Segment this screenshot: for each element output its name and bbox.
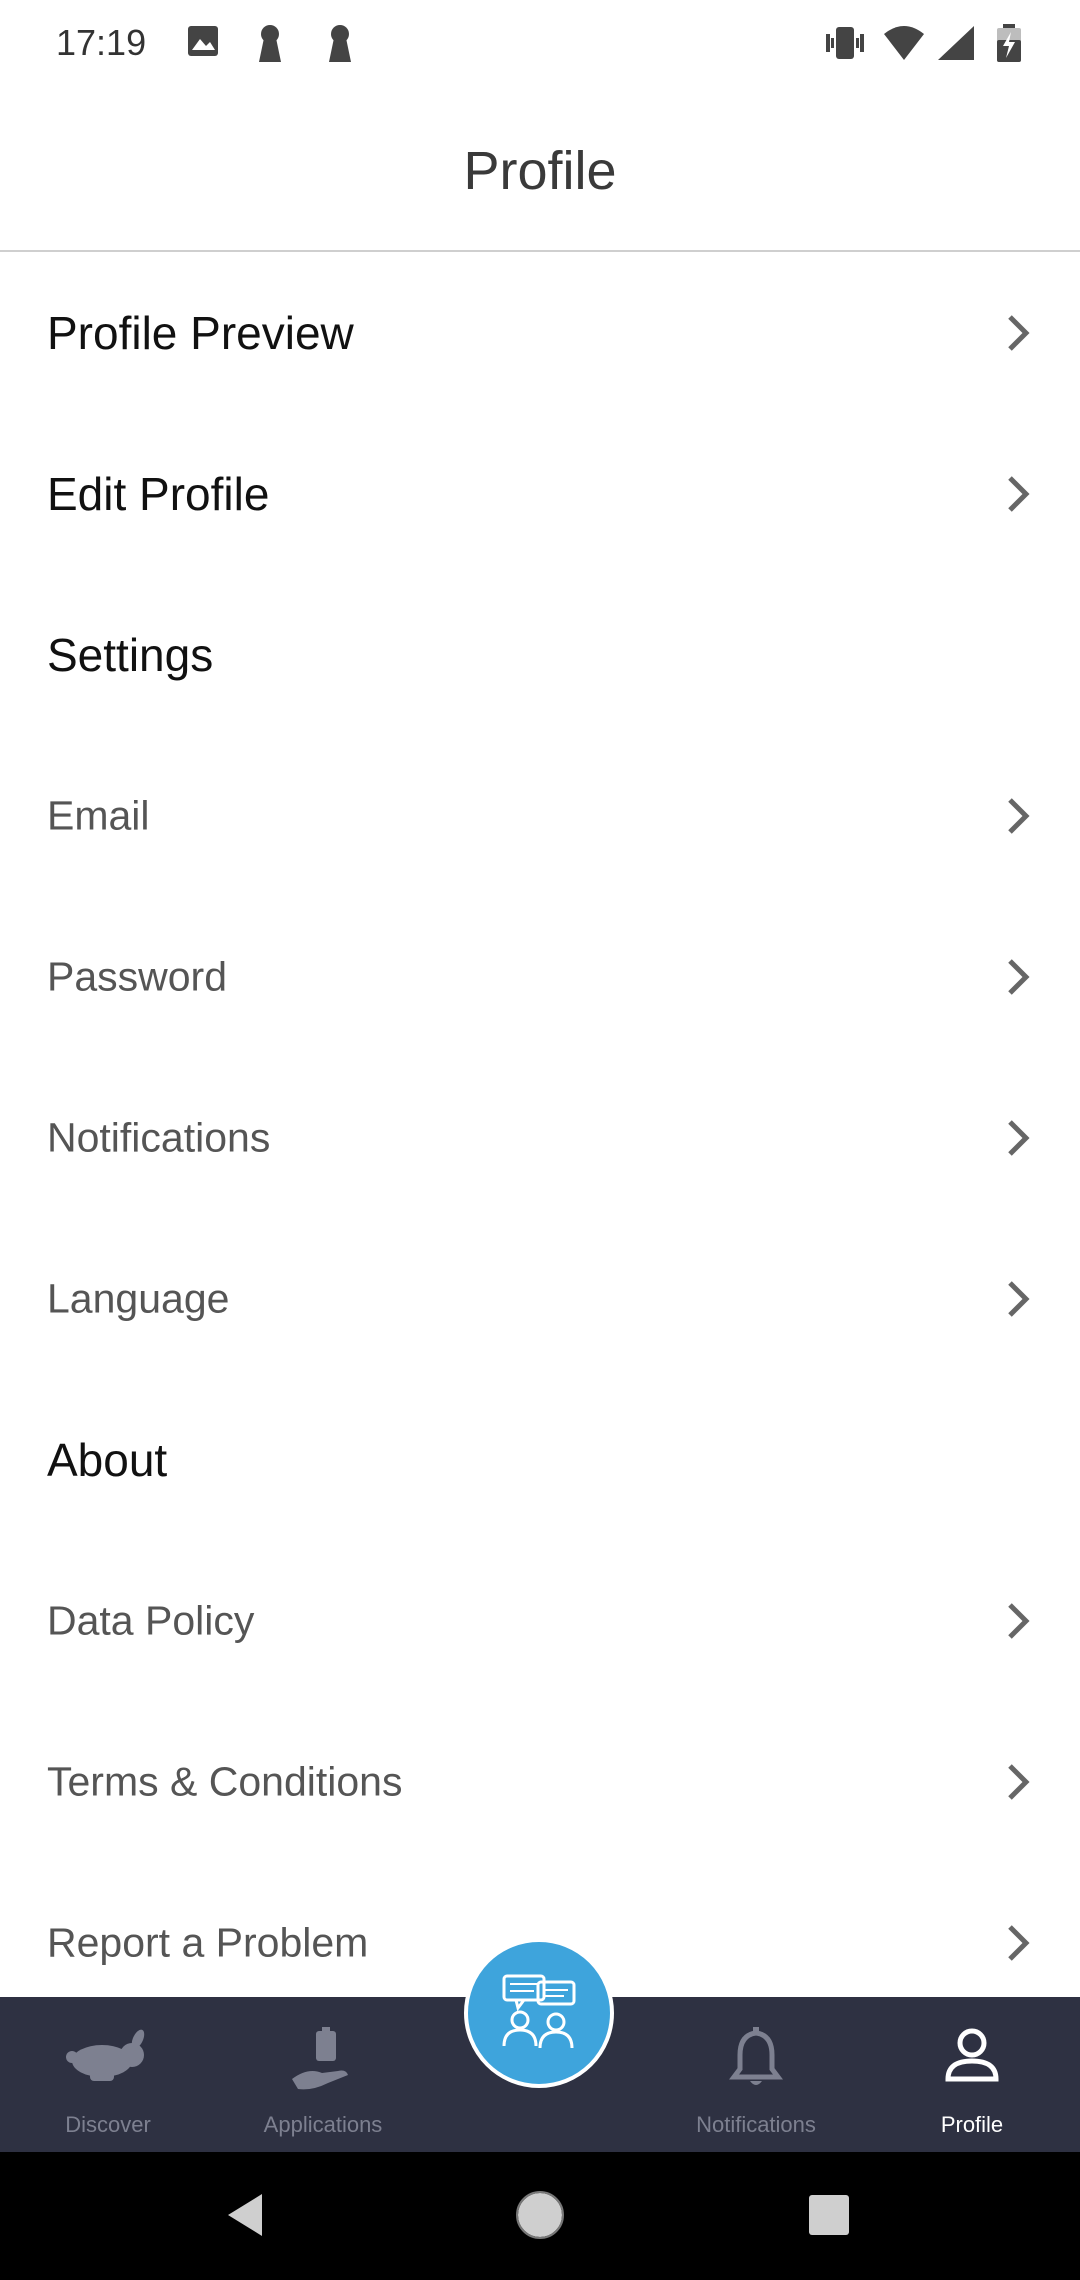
terms-item[interactable]: Terms & Conditions: [0, 1701, 1080, 1862]
data-policy-label: Data Policy: [47, 1597, 255, 1643]
wifi-icon: [882, 24, 926, 67]
chevron-right-icon: [1008, 1924, 1030, 1961]
rabbit-icon: [66, 2029, 145, 2081]
chevron-right-icon: [1008, 958, 1030, 995]
chevron-right-icon: [1008, 797, 1030, 834]
chevron-right-icon: [1008, 1763, 1030, 1800]
hand-bag-icon: [292, 2027, 348, 2090]
back-icon[interactable]: [226, 2192, 266, 2238]
data-policy-item[interactable]: Data Policy: [0, 1540, 1080, 1701]
battery-charging-icon: [994, 24, 1024, 69]
nav-applications-label: Applications: [263, 2112, 383, 2137]
nav-notifications[interactable]: Notifications: [666, 1997, 846, 2152]
home-icon[interactable]: [515, 2190, 565, 2240]
system-navigation-bar: [0, 2152, 1080, 2280]
chevron-right-icon: [1008, 1602, 1030, 1639]
bell-icon: [729, 2027, 783, 2085]
nav-notifications-label: Notifications: [696, 2112, 816, 2137]
chevron-right-icon: [1008, 314, 1030, 351]
status-bar: 17:19: [0, 0, 1080, 90]
about-heading: About: [47, 1433, 168, 1486]
community-chat-icon: [502, 1974, 576, 2049]
community-chat-button[interactable]: [464, 1938, 614, 2088]
profile-preview-label: Profile Preview: [47, 306, 354, 359]
terms-label: Terms & Conditions: [47, 1758, 403, 1804]
profile-menu-list: Profile Preview Edit Profile Settings Em…: [0, 252, 1080, 1997]
status-time: 17:19: [56, 22, 147, 63]
password-item[interactable]: Password: [0, 896, 1080, 1057]
password-label: Password: [47, 953, 228, 999]
edit-profile-label: Edit Profile: [47, 467, 270, 520]
recents-icon[interactable]: [808, 2194, 850, 2236]
settings-section-heading: Settings: [0, 574, 1080, 735]
language-item[interactable]: Language: [0, 1218, 1080, 1379]
person-icon: [945, 2028, 999, 2082]
page-title: Profile: [463, 141, 617, 201]
notifications-item[interactable]: Notifications: [0, 1057, 1080, 1218]
about-section-heading: About: [0, 1379, 1080, 1540]
edit-profile-item[interactable]: Edit Profile: [0, 413, 1080, 574]
language-label: Language: [47, 1275, 230, 1321]
keyhole-icon: [326, 24, 354, 69]
nav-profile[interactable]: Profile: [882, 1997, 1062, 2152]
email-label: Email: [47, 792, 150, 838]
signal-icon: [936, 24, 976, 67]
chevron-right-icon: [1008, 475, 1030, 512]
nav-profile-label: Profile: [940, 2112, 1004, 2137]
nav-discover-label: Discover: [65, 2112, 151, 2137]
profile-preview-item[interactable]: Profile Preview: [0, 252, 1080, 413]
nav-discover[interactable]: Discover: [18, 1997, 198, 2152]
image-icon: [186, 24, 220, 63]
vibrate-icon: [822, 24, 868, 67]
chevron-right-icon: [1008, 1119, 1030, 1156]
notifications-label: Notifications: [47, 1114, 271, 1160]
email-item[interactable]: Email: [0, 735, 1080, 896]
report-problem-label: Report a Problem: [47, 1919, 369, 1965]
keyhole-icon: [256, 24, 284, 69]
app-header: Profile: [0, 90, 1080, 252]
nav-applications[interactable]: Applications: [233, 1997, 413, 2152]
chevron-right-icon: [1008, 1280, 1030, 1317]
settings-heading: Settings: [47, 628, 214, 681]
